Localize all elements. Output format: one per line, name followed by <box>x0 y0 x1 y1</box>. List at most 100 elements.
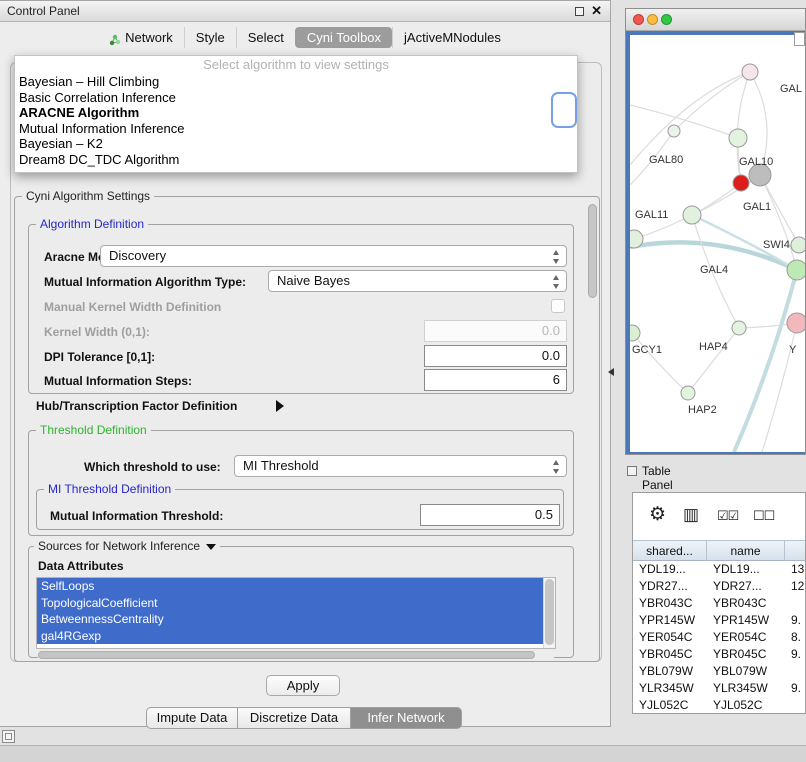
data-attribute-item[interactable]: TopologicalCoefficient <box>37 595 543 612</box>
network-node-label: SWI4 <box>763 239 790 251</box>
bottom-status-strip <box>0 745 806 762</box>
tab-cyni-toolbox[interactable]: Cyni Toolbox <box>295 27 392 48</box>
table-column-header[interactable]: name <box>707 540 785 561</box>
tab-label: Network <box>125 27 173 48</box>
algorithm-combobox-focus-fragment[interactable] <box>551 92 577 128</box>
network-node[interactable] <box>683 206 701 224</box>
minimize-light-icon[interactable] <box>647 14 658 25</box>
birdseye-toggle-icon[interactable] <box>794 32 805 46</box>
network-edge[interactable] <box>630 72 750 165</box>
tab-select[interactable]: Select <box>236 27 295 48</box>
network-edge[interactable] <box>762 323 797 452</box>
panel-corner-icon[interactable] <box>2 730 15 743</box>
data-attributes-list[interactable]: SelfLoopsTopologicalCoefficientBetweenne… <box>36 577 556 649</box>
network-node[interactable] <box>668 125 680 137</box>
mi-threshold-field[interactable]: 0.5 <box>420 504 560 526</box>
algorithm-option[interactable]: Bayesian – Hill Climbing <box>15 74 577 90</box>
table-panel-dock-icon[interactable] <box>627 466 637 476</box>
bottom-tab-infer-network[interactable]: Infer Network <box>350 707 462 729</box>
list-scrollbar-thumb[interactable] <box>545 579 554 645</box>
table-cell: 13 <box>785 561 806 578</box>
table-row[interactable]: YBR045CYBR045C9. <box>633 646 806 663</box>
data-attribute-item[interactable]: gal4RGexp <box>37 628 543 645</box>
threshold-definition-title: Threshold Definition <box>36 423 151 437</box>
close-icon[interactable]: ✕ <box>591 3 602 19</box>
bottom-tab-discretize-data[interactable]: Discretize Data <box>237 707 351 729</box>
list-horizontal-scrollbar[interactable] <box>37 651 555 659</box>
select-all-checkboxes-icon[interactable]: ☑☑ <box>717 508 738 524</box>
table-row[interactable]: YDR27...YDR27...12 <box>633 578 806 595</box>
apply-button[interactable]: Apply <box>266 675 340 696</box>
network-window-titlebar <box>626 9 805 31</box>
table-cell: YBR043C <box>633 595 707 612</box>
zoom-light-icon[interactable] <box>661 14 672 25</box>
table-row[interactable]: YER054CYER054C8. <box>633 629 806 646</box>
network-node[interactable] <box>681 386 695 400</box>
network-node[interactable] <box>630 325 640 341</box>
table-cell: YLR345W <box>633 680 707 697</box>
aracne-mode-combobox[interactable]: Discovery <box>100 245 567 267</box>
manual-kernel-checkbox[interactable] <box>551 299 565 313</box>
algorithm-option[interactable]: Dream8 DC_TDC Algorithm <box>15 152 577 168</box>
mi-steps-field[interactable]: 6 <box>424 369 567 391</box>
network-node[interactable] <box>729 129 747 147</box>
table-row[interactable]: YJL052CYJL052C <box>633 697 806 714</box>
table-row[interactable]: YPR145WYPR145W9. <box>633 612 806 629</box>
network-edge[interactable] <box>632 333 688 393</box>
network-view-window: GALGAL80GAL10GAL11GAL1SWI4GAL4GCY1HAP4YH… <box>625 8 806 455</box>
dpi-tolerance-field[interactable]: 0.0 <box>424 345 567 367</box>
mi-type-value: Naive Bayes <box>277 273 350 288</box>
network-node[interactable] <box>732 321 746 335</box>
table-cell: YBL079W <box>633 663 707 680</box>
columns-icon[interactable]: ▥ <box>683 505 699 525</box>
algorithm-option[interactable]: ARACNE Algorithm <box>15 105 577 121</box>
control-panel-title: Control Panel <box>7 4 80 18</box>
hub-definition-label[interactable]: Hub/Transcription Factor Definition <box>36 399 237 413</box>
list-vertical-scrollbar[interactable] <box>543 578 555 648</box>
network-node[interactable] <box>733 175 749 191</box>
bottom-tab-impute-data[interactable]: Impute Data <box>146 707 238 729</box>
tab-jactivemnodules[interactable]: jActiveMNodules <box>392 27 512 48</box>
network-tab-icon <box>109 31 121 43</box>
algorithm-option[interactable]: Basic Correlation Inference <box>15 90 577 106</box>
algorithm-option[interactable]: Bayesian – K2 <box>15 136 577 152</box>
splitter-collapse-icon[interactable] <box>608 368 614 376</box>
sources-title[interactable]: Sources for Network Inference <box>34 539 220 553</box>
table-row[interactable]: YLR345WYLR345W9. <box>633 680 806 697</box>
control-panel-tab-bar: Network StyleSelectCyni Toolbox jActiveMNo… <box>0 25 610 49</box>
network-node[interactable] <box>787 313 806 333</box>
hub-expand-arrow-icon[interactable] <box>276 400 284 412</box>
table-cell: YPR145W <box>707 612 785 629</box>
network-node[interactable] <box>742 64 758 80</box>
network-node[interactable] <box>791 237 806 253</box>
dpi-tolerance-value: 0.0 <box>542 348 560 363</box>
network-node[interactable] <box>630 230 643 248</box>
tab-style[interactable]: Style <box>184 27 236 48</box>
network-canvas[interactable]: GALGAL80GAL10GAL11GAL1SWI4GAL4GCY1HAP4YH… <box>630 35 806 452</box>
algorithm-definition-title: Algorithm Definition <box>36 217 148 231</box>
list-hscrollbar-thumb[interactable] <box>38 651 535 659</box>
network-node-label: GAL <box>780 83 802 95</box>
table-row[interactable]: YBL079WYBL079W <box>633 663 806 680</box>
network-node[interactable] <box>787 260 806 280</box>
settings-scrollbar-thumb[interactable] <box>588 204 597 298</box>
tab-label: jActiveMNodules <box>404 27 501 48</box>
table-row[interactable]: YDL19...YDL19...13 <box>633 561 806 578</box>
data-attribute-item[interactable]: BetweennessCentrality <box>37 611 543 628</box>
data-attributes-label: Data Attributes <box>38 559 124 573</box>
network-edge[interactable] <box>688 328 739 393</box>
table-column-header[interactable] <box>785 540 806 561</box>
table-column-header[interactable]: shared... <box>633 540 707 561</box>
table-row[interactable]: YBR043CYBR043C <box>633 595 806 612</box>
table-cell: YJL052C <box>707 697 785 714</box>
deselect-all-checkboxes-icon[interactable]: ☐☐ <box>753 508 774 524</box>
float-window-icon[interactable] <box>575 7 584 16</box>
mi-type-combobox[interactable]: Naive Bayes <box>268 270 567 292</box>
close-light-icon[interactable] <box>633 14 644 25</box>
table-cell <box>785 663 806 680</box>
algorithm-option[interactable]: Mutual Information Inference <box>15 121 577 137</box>
which-threshold-combobox[interactable]: MI Threshold <box>234 455 567 477</box>
data-attribute-item[interactable]: SelfLoops <box>37 578 543 595</box>
gear-icon[interactable]: ⚙ <box>649 503 666 526</box>
tab-network[interactable]: Network <box>98 27 184 48</box>
